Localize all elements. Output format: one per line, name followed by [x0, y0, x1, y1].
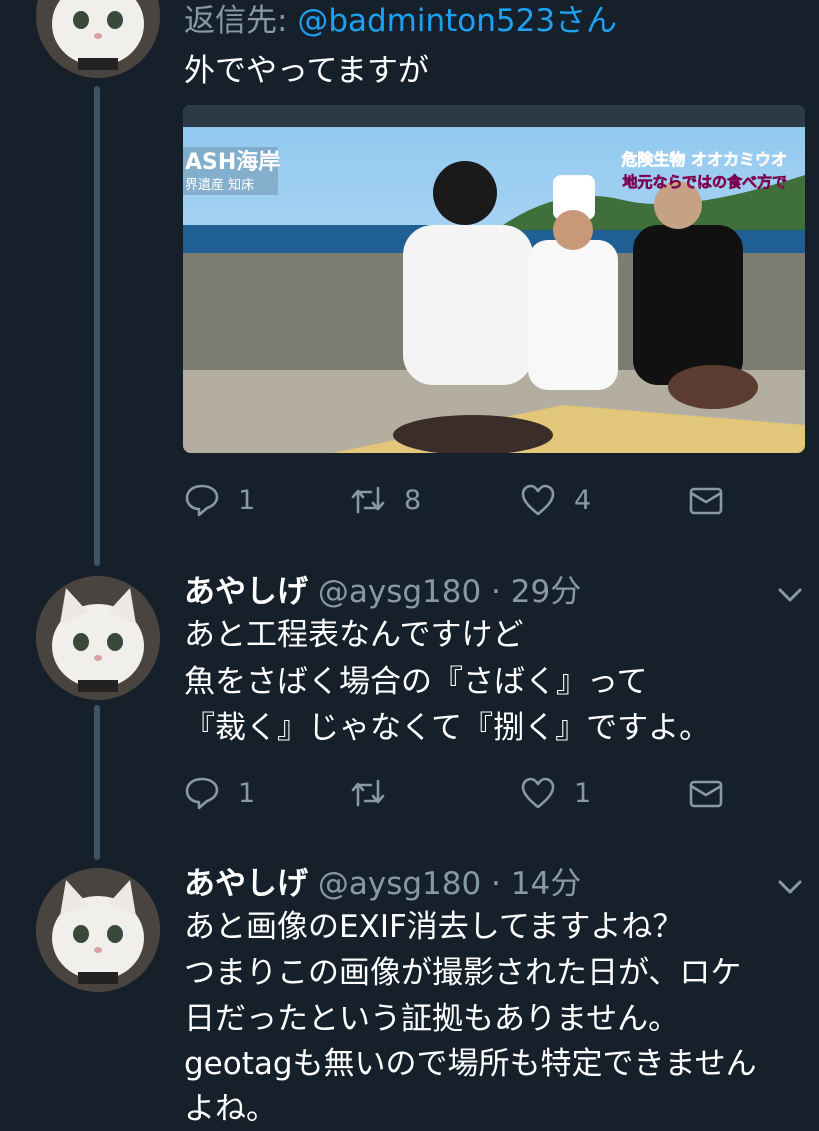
share-icon	[689, 780, 723, 808]
retweet-count: 8	[404, 484, 422, 516]
tweet-body-line: 『裁く』じゃなくて『捌く』ですよ。	[184, 710, 711, 746]
share-icon	[689, 487, 723, 515]
tv-screenshot-image: ASH海岸 界遺産 知床 危険生物 オオカミウオ 地元ならではの食べ方で	[183, 105, 805, 453]
thread-line	[94, 705, 100, 860]
like-button[interactable]: 4	[520, 480, 591, 520]
tweet-body-line: あと画像のEXIF消去してますよね？	[184, 909, 684, 945]
overlay-left-2: 界遺産 知床	[185, 177, 254, 193]
reply-icon	[185, 484, 219, 517]
tweet-actions: 1 1	[184, 773, 744, 813]
like-count: 4	[574, 484, 592, 516]
display-name[interactable]: あやしげ	[184, 866, 308, 902]
handle-text: @aysg180	[317, 866, 482, 902]
retweet-icon	[351, 779, 385, 807]
tweet-body-line: geotagも無いので場所も特定できません	[184, 1046, 757, 1082]
reply-to-prefix: 返信先:	[184, 3, 298, 39]
reply-button[interactable]: 1	[184, 480, 255, 520]
thread-line	[94, 86, 100, 566]
tweet-body: 外でやってますが	[184, 53, 429, 89]
display-name[interactable]: あやしげ	[184, 574, 308, 610]
like-button[interactable]: 1	[520, 773, 591, 813]
share-button[interactable]	[688, 773, 742, 813]
heart-icon	[521, 484, 555, 516]
tweet-header: あやしげ @aysg180 · 29分	[184, 571, 581, 614]
timestamp[interactable]: 29分	[511, 574, 581, 610]
chevron-down-icon[interactable]	[775, 872, 805, 902]
reply-icon	[185, 777, 219, 810]
handle: @aysg180 · 14分	[308, 866, 581, 902]
avatar[interactable]	[36, 868, 160, 992]
reply-to-line: 返信先: @badminton523さん	[184, 0, 617, 43]
like-count: 1	[574, 777, 592, 809]
overlay-right-2: 地元ならではの食べ方で	[622, 173, 787, 191]
tweet-header: あやしげ @aysg180 · 14分	[184, 863, 581, 906]
cat-avatar-image	[36, 868, 160, 992]
handle: @aysg180 · 29分	[308, 574, 581, 610]
tweet-body-line: 魚をさばく場合の『さばく』って	[184, 664, 648, 700]
separator: ·	[481, 574, 511, 610]
retweet-button[interactable]	[350, 773, 404, 813]
handle-text: @aysg180	[317, 574, 482, 610]
share-button[interactable]	[688, 480, 742, 520]
tweet-body-line: 日だったという証拠もありません。	[184, 1001, 680, 1037]
retweet-button[interactable]: 8	[350, 480, 421, 520]
avatar[interactable]	[36, 576, 160, 700]
reply-to-mention[interactable]: @badminton523さん	[297, 3, 617, 39]
overlay-left-1: ASH海岸	[185, 149, 280, 175]
avatar[interactable]	[36, 0, 160, 78]
tweet-body-line: よね。	[184, 1091, 277, 1127]
tweet-actions: 1 8 4	[184, 480, 744, 520]
tweet-media[interactable]: ASH海岸 界遺産 知床 危険生物 オオカミウオ 地元ならではの食べ方で	[183, 105, 805, 453]
timestamp[interactable]: 14分	[511, 866, 581, 902]
separator: ·	[481, 866, 511, 902]
reply-button[interactable]: 1	[184, 773, 255, 813]
cat-avatar-image	[36, 0, 160, 78]
tweet-body-line: つまりこの画像が撮影された日が、ロケ	[184, 955, 742, 991]
overlay-right-1: 危険生物 オオカミウオ	[621, 150, 787, 169]
heart-icon	[521, 777, 555, 809]
reply-count: 1	[238, 484, 256, 516]
tweet-body-line: あと工程表なんですけど	[184, 617, 524, 653]
chevron-down-icon[interactable]	[775, 580, 805, 610]
reply-count: 1	[238, 777, 256, 809]
cat-avatar-image	[36, 576, 160, 700]
retweet-icon	[351, 486, 385, 514]
